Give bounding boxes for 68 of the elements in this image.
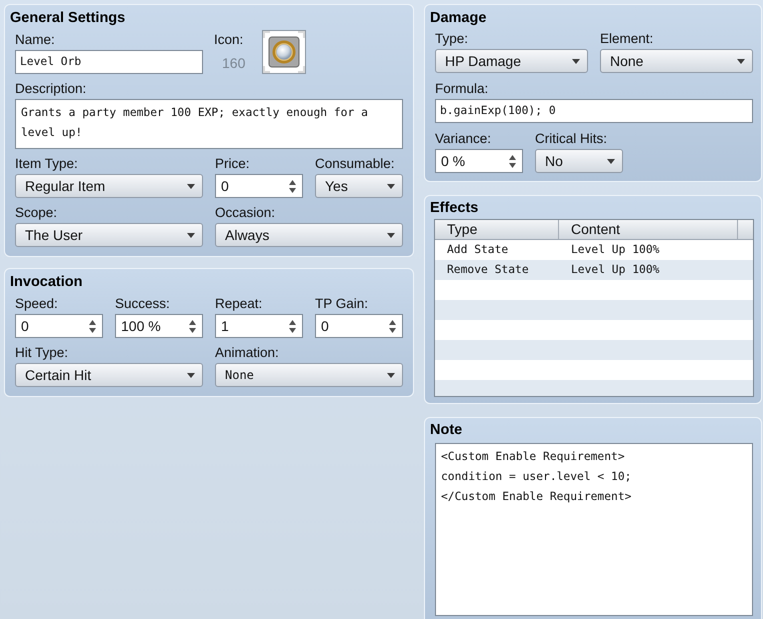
name-label: Name: xyxy=(15,32,55,48)
up-down-arrows-icon xyxy=(509,154,516,168)
element-dropdown[interactable]: None xyxy=(600,49,753,73)
dropdown-caret-icon xyxy=(387,232,395,238)
column-header[interactable]: Type xyxy=(435,220,559,239)
table-row[interactable]: Remove State Level Up 100% xyxy=(435,260,753,280)
item-type-dropdown[interactable]: Regular Item xyxy=(15,174,203,198)
type-dropdown[interactable]: HP Damage xyxy=(435,49,588,73)
table-cell-text: Level Up 100% xyxy=(570,242,660,258)
name-field[interactable]: Level Orb xyxy=(15,50,203,74)
table-cell-text: Remove State xyxy=(446,262,530,278)
icon-index-text: 160 xyxy=(221,55,246,71)
dropdown-caret-icon xyxy=(187,184,195,188)
table-cell-text: Level Up 100% xyxy=(570,262,660,278)
description-field[interactable]: Grants a party member 100 EXP; exactly enough for a level up! xyxy=(15,99,403,149)
critical-hits-label: Critical Hits: xyxy=(535,131,608,147)
variance-label: Variance: xyxy=(435,131,492,147)
icon-button[interactable] xyxy=(262,30,306,74)
price-label: Price: xyxy=(215,156,250,172)
formula-field[interactable]: b.gainExp(100); 0 xyxy=(435,99,753,123)
repeat-label: Repeat: xyxy=(215,296,262,312)
up-down-arrows-icon xyxy=(389,320,396,332)
orb-icon xyxy=(263,31,305,73)
dropdown-caret-icon xyxy=(387,184,395,188)
occasion-label: Occasion: xyxy=(215,205,276,221)
dropdown-caret-icon xyxy=(607,158,615,164)
consumable-label: Consumable: xyxy=(315,156,395,172)
panel-title: Damage xyxy=(429,9,488,27)
scope-label: Scope: xyxy=(15,205,58,221)
tp-gain-label: TP Gain: xyxy=(315,296,368,312)
panel-title: Effects xyxy=(429,199,480,217)
repeat-spinner[interactable]: 1 xyxy=(215,314,303,338)
critical-hits-dropdown[interactable]: No xyxy=(535,149,623,173)
formula-label: Formula: xyxy=(435,81,488,97)
scope-dropdown[interactable]: The User xyxy=(15,223,203,247)
speed-spinner[interactable]: 0 xyxy=(15,314,103,338)
dropdown-caret-icon xyxy=(572,58,580,64)
item-type-label: Item Type: xyxy=(15,156,78,172)
price-spinner[interactable]: 0 xyxy=(215,174,303,198)
up-down-arrows-icon xyxy=(189,320,196,332)
column-header[interactable]: Content xyxy=(559,220,738,239)
success-label: Success: xyxy=(115,296,170,312)
success-spinner[interactable]: 100 % xyxy=(115,314,203,338)
panel-title: Invocation xyxy=(9,273,84,291)
hit-type-label: Hit Type: xyxy=(15,345,68,361)
up-down-arrows-icon xyxy=(289,320,296,332)
up-down-arrows-icon xyxy=(289,180,296,192)
table-cell-text: Add State xyxy=(446,242,510,258)
consumable-dropdown[interactable]: Yes xyxy=(315,174,403,198)
note-field[interactable]: <Custom Enable Requirement> condition = user.level < 10; </Custom Enable Requirement> xyxy=(435,443,753,616)
type-label: Type: xyxy=(435,31,468,47)
animation-label: Animation: xyxy=(215,345,279,361)
description-label: Description: xyxy=(15,81,86,97)
tp-gain-spinner[interactable]: 0 xyxy=(315,314,403,338)
dropdown-caret-icon xyxy=(737,58,745,64)
dropdown-caret-icon xyxy=(187,372,195,378)
hit-type-dropdown[interactable]: Certain Hit xyxy=(15,363,203,387)
element-label: Element: xyxy=(600,31,654,47)
variance-spinner[interactable]: 0 % xyxy=(435,149,523,173)
panel-title: General Settings xyxy=(9,9,126,27)
dropdown-caret-icon xyxy=(187,232,195,238)
animation-dropdown[interactable]: None xyxy=(215,363,403,387)
occasion-dropdown[interactable]: Always xyxy=(215,223,403,247)
dropdown-caret-icon xyxy=(387,372,395,378)
speed-label: Speed: xyxy=(15,296,58,312)
icon-label: Icon: xyxy=(214,32,244,48)
panel-title: Note xyxy=(429,421,464,439)
up-down-arrows-icon xyxy=(89,320,96,332)
